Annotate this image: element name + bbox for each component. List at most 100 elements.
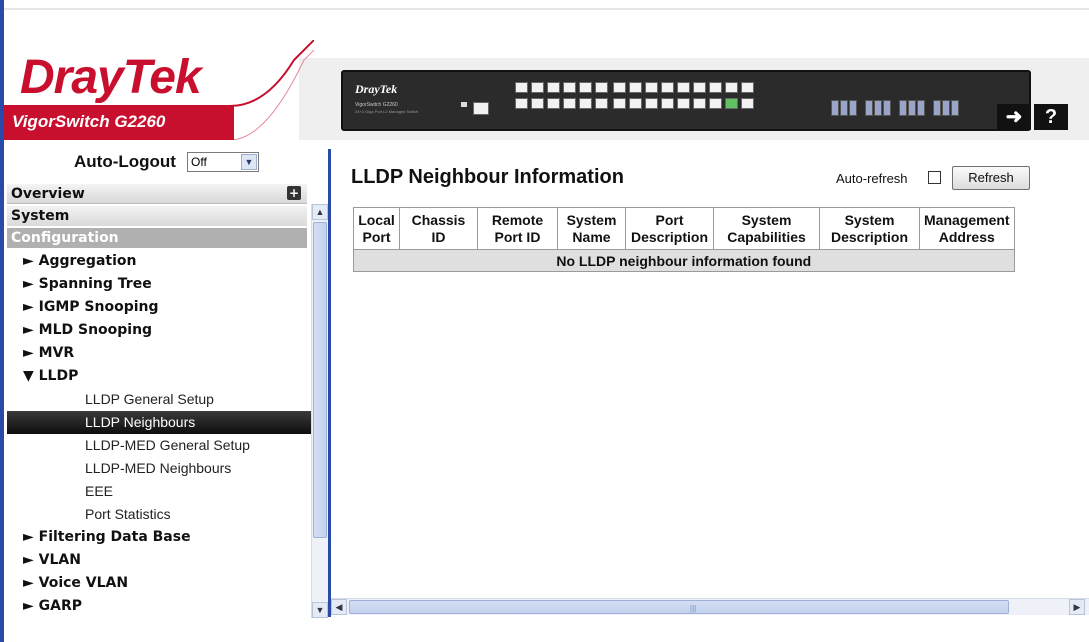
column-header: Chassis ID — [399, 207, 478, 250]
switch-front-panel-image: DrayTek VigorSwitch G2260 24+2 Giga Port… — [341, 70, 1031, 131]
chevron-down-icon: ▼ — [241, 154, 257, 170]
model-name: VigorSwitch G2260 — [12, 112, 166, 131]
ethernet-port-icon — [613, 98, 626, 109]
column-header: Local Port — [353, 207, 400, 250]
sfp-port-icon — [951, 100, 959, 116]
sidebar-item[interactable]: EEE — [7, 480, 313, 503]
column-header-line1: System — [741, 211, 792, 228]
sfp-port-icon — [908, 100, 916, 116]
expand-plus-icon[interactable]: + — [287, 186, 301, 200]
ethernet-port-icon — [677, 82, 690, 93]
scroll-left-arrow-icon[interactable]: ◀ — [331, 599, 347, 615]
sidebar-item[interactable]: ▼ LLDP — [7, 365, 313, 388]
sfp-port-icon — [883, 100, 891, 116]
auto-logout-value: Off — [191, 155, 207, 169]
sidebar-item[interactable]: LLDP General Setup — [7, 388, 313, 411]
nav-system[interactable]: System — [7, 206, 307, 226]
sidebar-item[interactable]: ► MVR — [7, 342, 313, 365]
page-title: LLDP Neighbour Information — [351, 166, 624, 188]
auto-refresh-checkbox[interactable] — [928, 171, 941, 184]
column-header-line1: System — [566, 211, 617, 228]
main-horizontal-scrollbar[interactable]: ◀ ||| ▶ — [331, 598, 1089, 615]
ethernet-port-icon — [661, 98, 674, 109]
ethernet-port-icon — [579, 98, 592, 109]
sidebar-item[interactable]: ► IGMP Snooping — [7, 296, 313, 319]
column-header-line2: Capabilities — [727, 228, 806, 245]
ethernet-port-icon — [709, 82, 722, 93]
nav-overview[interactable]: Overview + — [7, 184, 307, 204]
ethernet-port-icon — [547, 82, 560, 93]
sidebar-item[interactable]: ► VLAN — [7, 549, 313, 572]
sfp-port-icon — [917, 100, 925, 116]
column-header: Remote Port ID — [477, 207, 558, 250]
empty-message: No LLDP neighbour information found — [353, 249, 1015, 272]
sidebar-item[interactable]: Port Statistics — [7, 503, 313, 526]
column-header-line1: Chassis — [411, 211, 466, 228]
sfp-port-icon — [840, 100, 848, 116]
ethernet-port-icon — [693, 82, 706, 93]
header-banner: DrayTek VigorSwitch G2260 DrayTek VigorS… — [4, 0, 1089, 140]
sidebar-item[interactable]: ► MLD Snooping — [7, 319, 313, 342]
app-window: DrayTek VigorSwitch G2260 DrayTek VigorS… — [0, 0, 1089, 642]
sidebar: Auto-Logout Off ▼ Overview + System Conf… — [4, 146, 328, 642]
sfp-port-icon — [899, 100, 907, 116]
sidebar-item[interactable]: LLDP Neighbours — [7, 411, 313, 434]
sidebar-item[interactable]: ► GARP — [7, 595, 313, 616]
horizontal-scroll-thumb[interactable]: ||| — [349, 600, 1009, 614]
column-header-line2: Address — [938, 228, 995, 245]
ethernet-port-icon — [709, 98, 722, 109]
ethernet-port-icon — [725, 82, 738, 93]
sidebar-item[interactable]: LLDP-MED Neighbours — [7, 457, 313, 480]
sidebar-scrollbar[interactable]: ▲ ▼ — [311, 204, 328, 618]
sfp-port-icon — [865, 100, 873, 116]
column-header: Port Description — [625, 207, 714, 250]
column-header-line2: Description — [630, 228, 708, 245]
sfp-port-icon — [933, 100, 941, 116]
sidebar-item[interactable]: ► Spanning Tree — [7, 273, 313, 296]
ethernet-port-icon — [677, 98, 690, 109]
ethernet-port-icon — [547, 98, 560, 109]
device-model-label: VigorSwitch G2260 — [355, 102, 398, 108]
sidebar-item[interactable]: ► Aggregation — [7, 250, 313, 273]
column-header-line1: Local — [358, 211, 395, 228]
ethernet-port-icon — [645, 98, 658, 109]
ethernet-port-icon — [725, 98, 738, 109]
scroll-right-arrow-icon[interactable]: ▶ — [1069, 599, 1085, 615]
auto-logout-select[interactable]: Off ▼ — [187, 152, 259, 172]
sidebar-item[interactable]: ► Filtering Data Base — [7, 526, 313, 549]
scroll-down-arrow-icon[interactable]: ▼ — [312, 602, 328, 618]
table-row: No LLDP neighbour information found — [353, 249, 1015, 272]
main-content: LLDP Neighbour Information Auto-refresh … — [331, 146, 1089, 616]
column-header: Management Address — [919, 207, 1015, 250]
ethernet-port-icon — [693, 98, 706, 109]
column-header: System Capabilities — [713, 207, 820, 250]
ethernet-port-icon — [661, 82, 674, 93]
device-brand-label: DrayTek — [355, 82, 398, 96]
sidebar-item[interactable]: ► Voice VLAN — [7, 572, 313, 595]
nav-configuration[interactable]: Configuration — [7, 228, 307, 248]
grip-icon: ||| — [690, 604, 697, 613]
lldp-table-wrapper: Local Port Chassis ID Remote Port ID System Nam… — [353, 207, 1089, 279]
column-header-line2: Name — [572, 228, 611, 245]
refresh-button[interactable]: Refresh — [952, 166, 1030, 190]
power-led-icon — [461, 102, 467, 107]
logout-arrow-icon[interactable]: ➜ — [997, 104, 1031, 130]
column-header-line1: System — [844, 211, 895, 228]
help-button[interactable]: ? — [1034, 104, 1068, 130]
column-header-line1: Remote — [491, 211, 544, 228]
sfp-port-icon — [874, 100, 882, 116]
column-header: System Description — [819, 207, 920, 250]
ethernet-port-icon — [515, 82, 528, 93]
ethernet-port-icon — [531, 98, 544, 109]
ethernet-port-icon — [741, 98, 754, 109]
sidebar-item[interactable]: LLDP-MED General Setup — [7, 434, 313, 457]
column-header-line1: Port — [655, 211, 684, 228]
sidebar-scroll-thumb[interactable] — [313, 222, 327, 538]
column-header-line1: Management — [924, 211, 1010, 228]
ethernet-port-icon — [595, 98, 608, 109]
ethernet-port-icon — [579, 82, 592, 93]
auto-logout-label: Auto-Logout — [74, 152, 176, 171]
ethernet-port-icon — [531, 82, 544, 93]
scroll-up-arrow-icon[interactable]: ▲ — [312, 204, 328, 220]
ethernet-port-icon — [613, 82, 626, 93]
